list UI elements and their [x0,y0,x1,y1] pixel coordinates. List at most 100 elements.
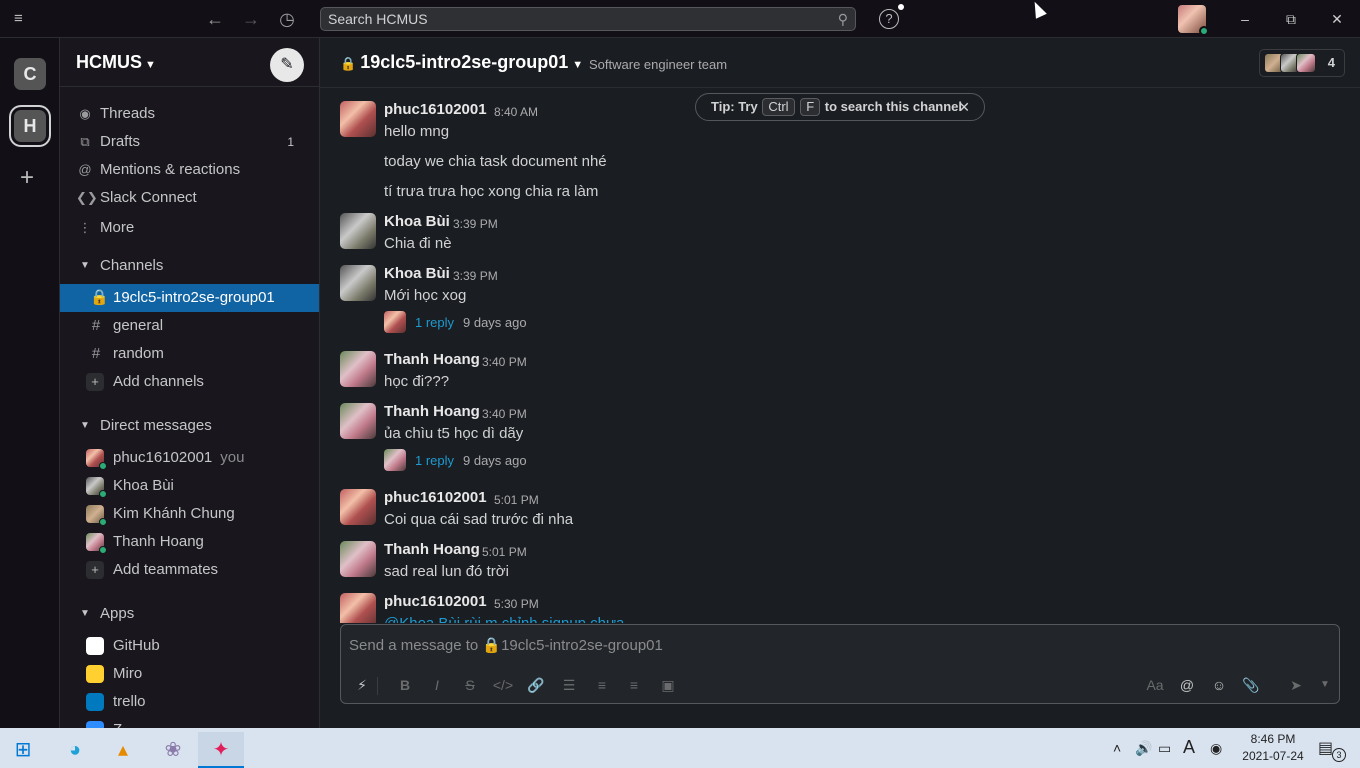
message-time[interactable]: 3:39 PM [453,269,498,283]
start-icon[interactable]: ⊞ [0,732,46,768]
caret-down-icon: ▼ [80,608,90,619]
message-author[interactable]: Thanh Hoang [384,351,480,368]
network-icon[interactable]: ▭ [1158,740,1171,757]
search-icon[interactable]: ⚲ [838,8,848,30]
chevron-down-icon[interactable]: ▼ [1314,675,1336,695]
add-channels-button[interactable]: + Add channels [60,368,319,396]
thread-reply-link[interactable]: 1 reply [415,453,454,468]
search-input[interactable]: Search HCMUS ⚲ [320,7,856,31]
message-author[interactable]: phuc16102001 [384,101,487,118]
dm-item-khoa-bui[interactable]: Khoa Bùi [60,472,319,500]
message-time[interactable]: 3:39 PM [453,217,498,231]
channel-topic[interactable]: Software engineer team [589,57,727,72]
message-author[interactable]: Khoa Bùi [384,265,450,282]
send-icon[interactable]: ➤ [1285,675,1307,695]
avatar[interactable] [340,541,376,577]
tray-expand-icon[interactable]: ˄ [1113,740,1121,756]
menu-icon[interactable]: ≡ [14,11,32,27]
sidebar-item-more[interactable]: ⋮ More [60,214,319,242]
message-author[interactable]: Khoa Bùi [384,213,450,230]
app-tray-icon[interactable]: ◉ [1210,740,1222,757]
system-clock[interactable]: 8:46 PM 2021-07-24 [1240,731,1306,765]
history-icon[interactable]: ◷ [276,8,298,30]
message-time[interactable]: 5:01 PM [482,545,527,559]
bold-icon[interactable]: B [394,675,416,695]
sidebar-item-threads[interactable]: ◉ Threads [60,100,319,128]
composer-placeholder: Send a message to 🔒19clc5-intro2se-group… [349,637,663,654]
app-item-github[interactable]: GitHub [60,632,319,660]
avatar[interactable] [340,265,376,301]
volume-icon[interactable]: 🔊 [1135,740,1152,757]
message-time[interactable]: 5:01 PM [494,493,539,507]
minimize-icon[interactable]: – [1235,9,1255,29]
workspace-c[interactable]: C [14,58,46,90]
channels-section-header[interactable]: ▼ Channels [60,252,319,280]
message-time[interactable]: 8:40 AM [494,105,538,119]
formatting-toggle-icon[interactable]: Aa [1144,675,1166,695]
channel-title[interactable]: 🔒 19clc5-intro2se-group01 ▼ [340,52,583,73]
apps-section-header[interactable]: ▼ Apps [60,600,319,628]
mention-icon[interactable]: @ [1176,675,1198,695]
message-composer[interactable]: Send a message to 🔒19clc5-intro2se-group… [340,624,1340,704]
sidebar-item-mentions[interactable]: @ Mentions & reactions [60,156,319,184]
members-button[interactable]: 4 [1259,49,1345,77]
italic-icon[interactable]: I [426,675,448,695]
dm-item-thanh-hoang[interactable]: Thanh Hoang [60,528,319,556]
app-item-trello[interactable]: trello [60,688,319,716]
code-icon[interactable]: </> [492,675,514,695]
message-author[interactable]: phuc16102001 [384,489,487,506]
sidebar-item-slack-connect[interactable]: ❮❯ Slack Connect [60,184,319,212]
message-time[interactable]: 3:40 PM [482,355,527,369]
channel-item-19clc5-intro2se-group01[interactable]: 🔒 19clc5-intro2se-group01 [60,284,319,312]
message-author[interactable]: Thanh Hoang [384,403,480,420]
message-author[interactable]: phuc16102001 [384,593,487,610]
add-workspace-icon[interactable]: + [20,166,34,190]
orange-app-icon[interactable]: ▴ [100,732,146,768]
edge-icon[interactable]: ◕ [52,732,98,768]
sidebar-item-drafts[interactable]: ⧉ Drafts 1 [60,128,319,156]
link-icon[interactable]: 🔗 [525,675,547,695]
ordered-list-icon[interactable]: ☰ [558,675,580,695]
dm-section-header[interactable]: ▼ Direct messages [60,412,319,440]
channel-item-general[interactable]: # general [60,312,319,340]
bullet-list-icon[interactable]: ≡ [591,675,613,695]
restore-icon[interactable]: ⧉ [1281,9,1301,29]
avatar[interactable] [340,403,376,439]
shortcuts-icon[interactable]: ⚡ [351,675,373,695]
help-button[interactable]: ? [879,4,904,29]
compose-button[interactable]: ✎ [270,48,304,82]
blockquote-icon[interactable]: ≡ [623,675,645,695]
emoji-icon[interactable]: ☺ [1208,675,1230,695]
app-item-z[interactable]: Z [60,716,319,728]
user-avatar[interactable] [1178,5,1209,36]
avatar[interactable] [340,351,376,387]
close-icon[interactable]: ✕ [958,94,970,120]
attachment-icon[interactable]: 📎 [1240,675,1262,695]
message-time[interactable]: 3:40 PM [482,407,527,421]
message-author[interactable]: Thanh Hoang [384,541,480,558]
search-tip-banner: Tip: Try Ctrl F to search this channel ✕ [695,93,985,121]
dm-item-kim-khanh-chung[interactable]: Kim Khánh Chung [60,500,319,528]
channel-item-random[interactable]: # random [60,340,319,368]
close-icon[interactable]: ✕ [1327,9,1347,29]
message-time[interactable]: 5:30 PM [494,597,539,611]
notification-center-icon[interactable]: ▤ 3 [1318,738,1346,762]
paint-icon[interactable]: ❀ [150,732,196,768]
forward-arrow-icon[interactable]: → [240,8,262,30]
code-block-icon[interactable]: ▣ [657,675,679,695]
avatar[interactable] [340,593,376,623]
app-item-miro[interactable]: Miro [60,660,319,688]
dm-item-phuc16102001[interactable]: phuc16102001 you [60,444,319,472]
message-text: Mới học xog [384,287,467,304]
slack-icon[interactable]: ✦ [198,732,244,768]
add-teammates-button[interactable]: + Add teammates [60,556,319,584]
thread-reply-link[interactable]: 1 reply [415,315,454,330]
workspace-h[interactable]: H [14,110,46,142]
avatar[interactable] [340,213,376,249]
back-arrow-icon[interactable]: ← [204,8,226,30]
language-icon[interactable]: A [1183,737,1195,758]
workspace-name[interactable]: HCMUS ▼ [76,52,156,73]
avatar[interactable] [340,101,376,137]
avatar[interactable] [340,489,376,525]
strikethrough-icon[interactable]: S [459,675,481,695]
